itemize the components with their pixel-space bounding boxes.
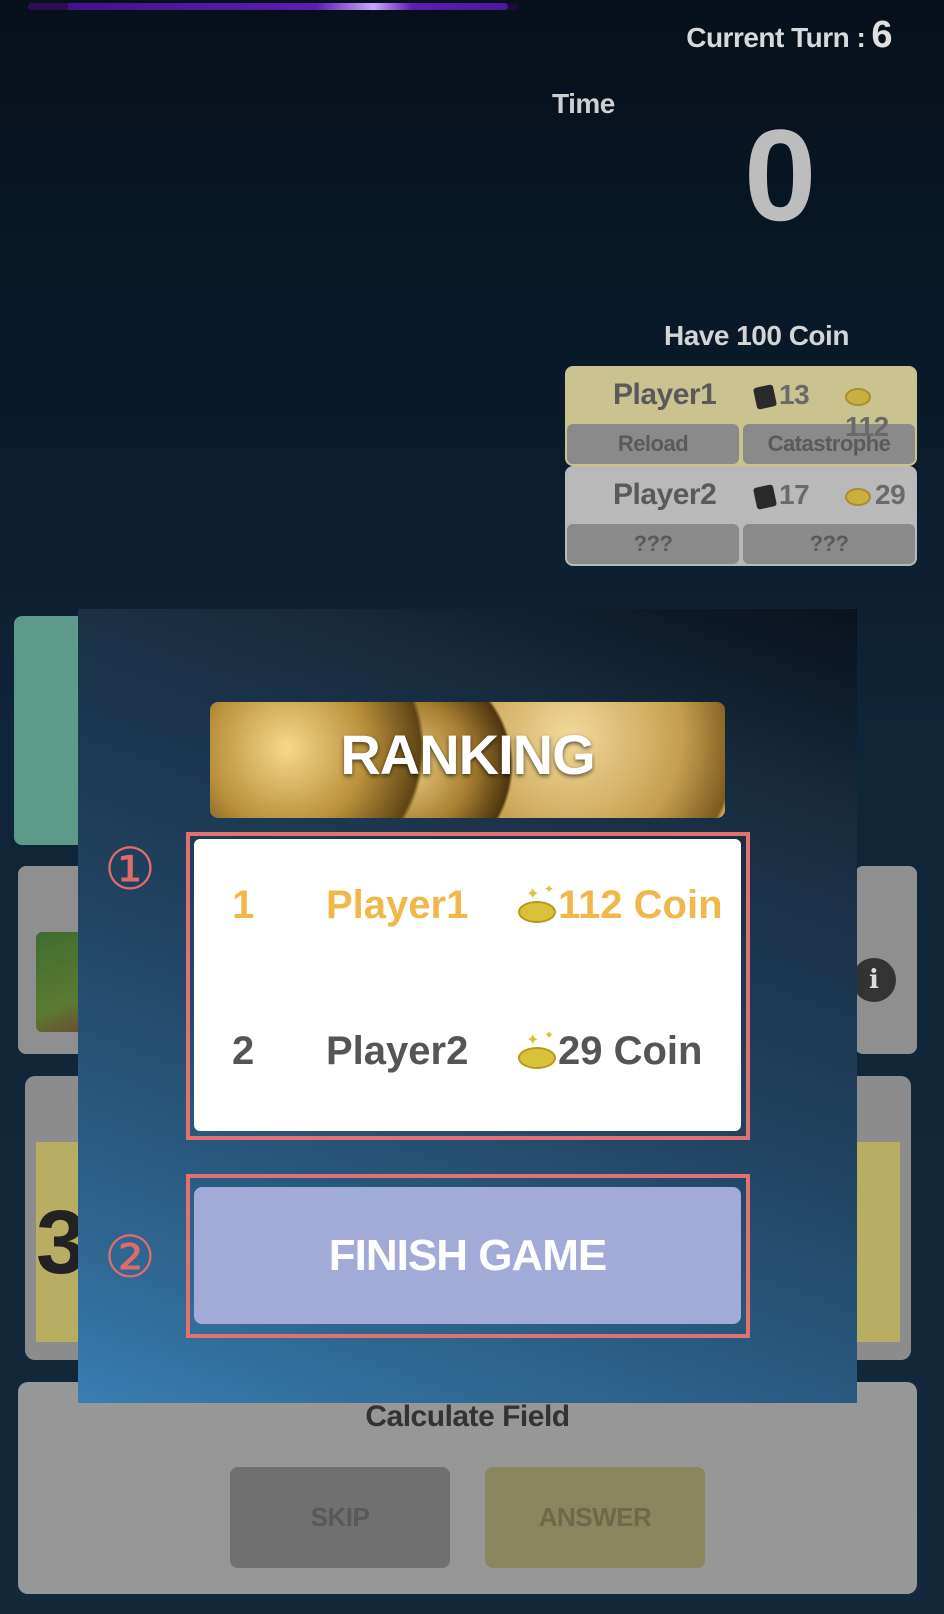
coin-icon	[845, 387, 871, 406]
current-turn-label: Current Turn :	[686, 22, 866, 53]
time-label: Time	[552, 88, 615, 119]
rank-coins: ✦ ✦ 112 Coin	[516, 883, 723, 928]
progress-start	[28, 3, 68, 10]
hand-card[interactable]	[850, 1142, 900, 1342]
player-item-slot: ???	[743, 524, 915, 564]
skip-button[interactable]: SKIP	[230, 1467, 450, 1568]
cards-icon	[752, 383, 778, 410]
coin-sparkle-icon: ✦ ✦	[516, 1029, 556, 1070]
board-panel-left	[14, 616, 84, 845]
progress-fill	[28, 3, 509, 10]
player-item-slot: ???	[567, 524, 739, 564]
rank-position: 2	[232, 1029, 255, 1073]
ranking-title: RANKING	[340, 723, 595, 786]
annotation-marker-1: ①	[104, 835, 156, 903]
coin-sparkle-icon: ✦ ✦	[516, 883, 556, 924]
player-card-player2: Player2 17 29 ??? ???	[565, 466, 917, 566]
ranking-table: 1 Player1 ✦ ✦ 112 Coin 2 Player2 ✦ ✦ 29 Coin	[194, 839, 741, 1131]
info-icon[interactable]: i	[852, 958, 896, 1002]
player-item-slot[interactable]: Reload	[567, 424, 739, 464]
rank-position: 1	[232, 883, 255, 927]
current-turn-value: 6	[871, 14, 892, 56]
finish-game-button[interactable]: FINISH GAME	[194, 1187, 741, 1324]
current-turn: Current Turn :6	[686, 14, 892, 57]
time-value: 0	[744, 102, 817, 248]
cards-icon	[752, 483, 778, 510]
coin-count: 29	[845, 479, 906, 511]
calculate-field-title: Calculate Field	[365, 1400, 570, 1433]
ranking-row: 2 Player2 ✦ ✦ 29 Coin	[194, 1029, 741, 1089]
card-count: 13	[752, 379, 810, 411]
player-name: Player2	[613, 478, 717, 511]
coin-count: 112	[845, 379, 917, 443]
turn-progress-bar	[28, 3, 518, 10]
player-card-player1: Player1 13 112 Reload Catastrophe	[565, 366, 917, 466]
rank-player-name: Player1	[326, 883, 469, 927]
rank-coins-value: 112 Coin	[558, 883, 723, 927]
card-count: 17	[752, 479, 810, 511]
annotation-marker-2: ②	[104, 1223, 156, 1291]
card-count-value: 13	[779, 379, 810, 410]
coin-count-value: 29	[875, 479, 906, 510]
rank-player-name: Player2	[326, 1029, 469, 1073]
ranking-row: 1 Player1 ✦ ✦ 112 Coin	[194, 883, 741, 943]
answer-button[interactable]: ANSWER	[485, 1467, 705, 1568]
card-count-value: 17	[779, 479, 810, 510]
rank-coins-value: 29 Coin	[558, 1029, 703, 1073]
coin-goal: Have 100 Coin	[664, 320, 849, 351]
coin-count-value: 112	[845, 411, 889, 442]
player-name: Player1	[613, 378, 717, 411]
rank-coins: ✦ ✦ 29 Coin	[516, 1029, 702, 1074]
coin-icon	[845, 487, 871, 506]
